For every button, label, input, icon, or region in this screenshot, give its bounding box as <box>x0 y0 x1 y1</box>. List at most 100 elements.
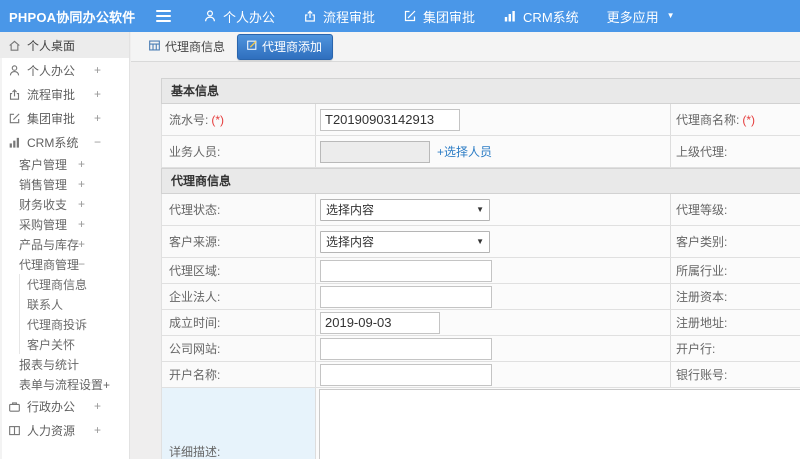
book-icon <box>8 424 21 437</box>
sidebar-item-customer-care[interactable]: 客户关怀 <box>19 334 129 354</box>
nav-label: 个人办公 <box>223 9 276 25</box>
account-name-input[interactable] <box>320 363 492 386</box>
nav-flow-approval[interactable]: 流程审批 <box>289 0 389 32</box>
agent-region-input[interactable] <box>320 259 492 282</box>
expand-plus-icon[interactable]: + <box>78 197 85 211</box>
sidebar-item-form-flow-settings[interactable]: 表单与流程设置+ <box>0 374 129 394</box>
sidebar-item-agent-mgmt[interactable]: 代理商管理 − <box>0 254 129 274</box>
field-label: 开户行: <box>676 342 716 356</box>
sidebar-item-label: 行政办公 <box>27 399 76 414</box>
field-label: 代理区域: <box>169 264 221 278</box>
field-label: 注册地址: <box>676 316 728 330</box>
sidebar-item-products-inventory[interactable]: 产品与库存 + <box>0 234 129 254</box>
sidebar-item-label: 流程审批 <box>27 87 76 102</box>
hamburger-menu-icon[interactable] <box>156 10 171 22</box>
sidebar-item-agent-complaints[interactable]: 代理商投诉 <box>19 314 129 334</box>
form-row-agent-status: 代理状态: 选择内容 ▼ 代理等级: <box>161 194 800 226</box>
top-header: PHPOA协同办公软件 个人办公 流程审批 集团审批 CRM系统 更多应用 ▼ <box>0 0 800 32</box>
sidebar-item-label: 代理商信息 <box>27 277 88 292</box>
sidebar-item-label: 表单与流程设置+ <box>19 377 111 392</box>
required-marker: (*) <box>211 112 225 127</box>
description-textarea[interactable] <box>319 389 800 459</box>
sidebar-item-label: 采购管理 <box>19 217 68 232</box>
sidebar: 个人桌面 个人办公 + 流程审批 + 集团审批 + CRM系统 − 客户管理 + … <box>0 32 130 459</box>
approval-flow-icon <box>303 9 317 23</box>
sidebar-item-personal-office[interactable]: 个人办公 + <box>0 58 129 82</box>
nav-crm-system[interactable]: CRM系统 <box>489 0 593 32</box>
sidebar-item-label: CRM系统 <box>27 135 79 150</box>
tab-agent-info[interactable]: 代理商信息 <box>142 38 231 55</box>
sidebar-item-label: 客户关怀 <box>27 337 76 352</box>
sidebar-item-finance[interactable]: 财务收支 + <box>0 194 129 214</box>
required-marker: (*) <box>742 112 756 127</box>
user-icon <box>203 9 217 23</box>
expand-plus-icon[interactable]: + <box>78 217 85 231</box>
choose-staff-link[interactable]: +选择人员 <box>437 143 492 160</box>
field-label: 注册资本: <box>676 290 728 304</box>
legal-person-input[interactable] <box>320 285 492 308</box>
company-website-input[interactable] <box>320 337 492 360</box>
briefcase-icon <box>8 400 21 413</box>
field-label: 企业法人: <box>169 290 221 304</box>
tab-agent-add[interactable]: 代理商添加 <box>237 33 334 60</box>
content-area: 代理商信息 代理商添加 基本信息 流水号:(*) 代理商名称:(*) 业务人员:… <box>131 32 800 459</box>
sidebar-item-customer-mgmt[interactable]: 客户管理 + <box>0 154 129 174</box>
form-row-legal-person: 企业法人: 注册资本: <box>161 284 800 310</box>
form-row-serial-number: 流水号:(*) 代理商名称:(*) <box>161 104 800 136</box>
sidebar-item-flow-approval[interactable]: 流程审批 + <box>0 82 129 106</box>
collapse-minus-icon[interactable]: − <box>94 135 101 149</box>
form-row-description: 详细描述: <box>161 388 800 459</box>
tab-label: 代理商信息 <box>165 40 226 54</box>
nav-label: 更多应用 <box>606 9 659 25</box>
expand-plus-icon[interactable]: + <box>78 157 85 171</box>
bar-chart-icon <box>503 9 517 23</box>
select-value: 选择内容 <box>326 203 375 217</box>
sidebar-item-personal-desktop[interactable]: 个人桌面 <box>0 32 129 58</box>
nav-personal-office[interactable]: 个人办公 <box>189 0 289 32</box>
expand-plus-icon[interactable]: + <box>94 87 101 101</box>
expand-plus-icon[interactable]: + <box>94 423 101 437</box>
sidebar-item-group-approval[interactable]: 集团审批 + <box>0 106 129 130</box>
sidebar-item-reports-stats[interactable]: 报表与统计 <box>0 354 129 374</box>
sidebar-item-procurement[interactable]: 采购管理 + <box>0 214 129 234</box>
sidebar-item-admin-office[interactable]: 行政办公 + <box>0 394 129 418</box>
sidebar-item-label: 销售管理 <box>19 177 68 192</box>
sidebar-item-crm-system[interactable]: CRM系统 − <box>0 130 129 154</box>
compose-icon <box>403 9 417 23</box>
field-label: 详细描述: <box>169 445 221 459</box>
bar-chart-icon <box>8 136 21 149</box>
section-header-agent-info: 代理商信息 <box>161 168 800 194</box>
sidebar-item-human-resources[interactable]: 人力资源 + <box>0 418 129 442</box>
sidebar-item-sales-mgmt[interactable]: 销售管理 + <box>0 174 129 194</box>
user-icon <box>8 64 21 77</box>
customer-source-select[interactable]: 选择内容 ▼ <box>320 230 490 253</box>
home-icon <box>8 39 21 52</box>
agent-status-select[interactable]: 选择内容 ▼ <box>320 198 490 221</box>
expand-plus-icon[interactable]: + <box>94 63 101 77</box>
expand-plus-icon[interactable]: + <box>78 177 85 191</box>
form-row-customer-source: 客户来源: 选择内容 ▼ 客户类别: <box>161 226 800 258</box>
form-row-account-name: 开户名称: 银行账号: <box>161 362 800 388</box>
sidebar-item-label: 产品与库存 <box>19 237 80 252</box>
sidebar-item-contacts[interactable]: 联系人 <box>19 294 129 314</box>
sidebar-item-label: 个人桌面 <box>27 38 76 53</box>
brand-title: PHPOA协同办公软件 <box>9 9 136 25</box>
expand-plus-icon[interactable]: + <box>94 111 101 125</box>
sidebar-item-label: 代理商管理 <box>19 257 80 272</box>
form-row-company-website: 公司网站: 开户行: <box>161 336 800 362</box>
sidebar-item-label: 财务收支 <box>19 197 68 212</box>
collapse-minus-icon[interactable]: − <box>78 257 85 271</box>
expand-plus-icon[interactable]: + <box>94 399 101 413</box>
sidebar-item-label: 人力资源 <box>27 423 76 438</box>
serial-number-input[interactable] <box>320 108 460 131</box>
select-caret-icon: ▼ <box>476 205 484 214</box>
founding-date-input[interactable] <box>320 311 440 334</box>
field-label: 客户来源: <box>169 235 221 249</box>
sales-staff-input[interactable] <box>320 140 430 163</box>
nav-more-apps[interactable]: 更多应用 ▼ <box>593 0 689 32</box>
nav-label: CRM系统 <box>523 9 579 25</box>
select-value: 选择内容 <box>326 235 375 249</box>
nav-group-approval[interactable]: 集团审批 <box>389 0 489 32</box>
expand-plus-icon[interactable]: + <box>78 237 85 251</box>
sidebar-item-agent-info[interactable]: 代理商信息 <box>19 274 129 294</box>
